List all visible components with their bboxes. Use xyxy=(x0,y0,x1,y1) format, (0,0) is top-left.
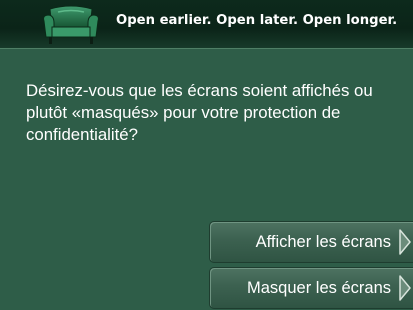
show-screens-label: Afficher les écrans xyxy=(255,233,391,251)
atm-screen: Open earlier. Open later. Open longer. D… xyxy=(0,0,413,310)
privacy-question: Désirez-vous que les écrans soient affic… xyxy=(26,81,373,144)
armchair-icon xyxy=(43,5,99,44)
tagline: Open earlier. Open later. Open longer. xyxy=(116,13,398,28)
arrow-right-icon xyxy=(399,229,411,255)
hide-screens-button[interactable]: Masquer les écrans xyxy=(209,267,413,309)
show-screens-button[interactable]: Afficher les écrans xyxy=(209,221,413,263)
hide-screens-label: Masquer les écrans xyxy=(247,279,391,297)
header-banner: Open earlier. Open later. Open longer. xyxy=(0,0,413,49)
arrow-right-icon xyxy=(399,275,411,301)
